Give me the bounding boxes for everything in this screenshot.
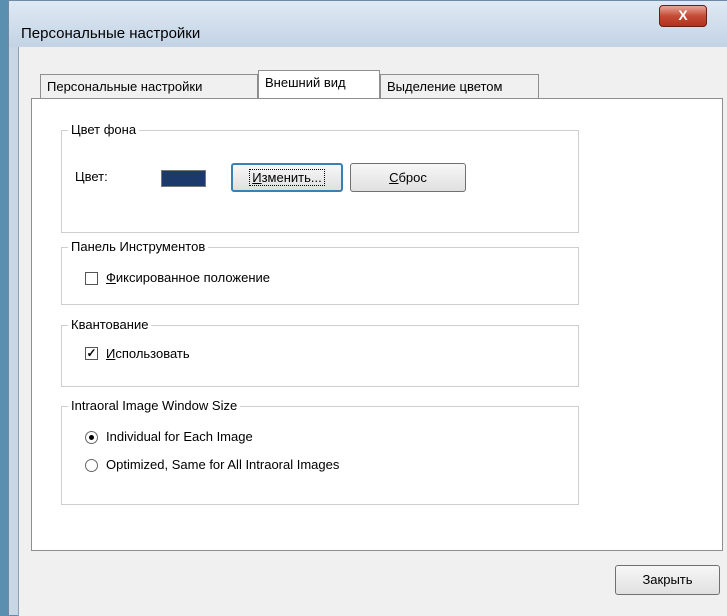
title-bar[interactable]: Персональные настройки X [9,1,727,47]
check-icon: ✓ [86,346,97,360]
use-checkbox[interactable]: ✓ [85,347,98,360]
use-label[interactable]: Использовать [106,346,190,361]
fixed-position-label[interactable]: Фиксированное положение [106,270,270,285]
appearance-panel: Цвет фона Цвет: Изменить... Сброс Панель… [31,98,723,551]
close-button[interactable]: Закрыть [615,565,720,595]
change-color-button[interactable]: Изменить... [231,163,343,192]
fixed-mnemonic: Ф [106,270,116,285]
fixed-suffix: иксированное положение [115,270,271,285]
quantization-legend: Квантование [68,317,152,332]
quantization-group: Квантование ✓ Использовать [61,317,579,387]
reset-label: брос [398,170,427,185]
radio-individual[interactable] [85,431,98,444]
tab-personal-settings[interactable]: Персональные настройки [40,74,258,98]
radio-selected-dot [89,435,94,440]
focus-rect: Изменить... [249,169,325,186]
intraoral-window-size-group: Intraoral Image Window Size Individual f… [61,398,579,505]
individual-label[interactable]: Individual for Each Image [106,429,253,444]
intraoral-legend: Intraoral Image Window Size [68,398,241,413]
tab-appearance[interactable]: Внешний вид [258,70,380,98]
use-suffix: спользовать [115,346,190,361]
optimized-label[interactable]: Optimized, Same for All Intraoral Images [106,457,339,472]
use-mnemonic: И [106,346,116,361]
tab-label: Персональные настройки [47,79,203,94]
dialog-client-area: Персональные настройки Внешний вид Выдел… [18,47,727,616]
radio-optimized[interactable] [85,459,98,472]
tab-label: Внешний вид [265,75,346,90]
toolbar-legend: Панель Инструментов [68,239,209,254]
background-color-group: Цвет фона Цвет: Изменить... Сброс [61,122,579,233]
fixed-position-checkbox[interactable] [85,272,98,285]
background-color-legend: Цвет фона [68,122,140,137]
reset-color-button[interactable]: Сброс [350,163,466,192]
window-title: Персональные настройки [21,25,201,42]
change-label: зменить... [261,170,322,185]
change-mnemonic: И [252,170,262,185]
settings-window: Персональные настройки X Персональные на… [8,0,727,616]
close-icon: X [678,7,688,23]
tab-label: Выделение цветом [387,79,503,94]
toolbar-group: Панель Инструментов Фиксированное положе… [61,239,579,305]
color-swatch [161,170,206,187]
close-window-button[interactable]: X [659,5,707,27]
color-label: Цвет: [75,169,108,184]
tab-color-highlighting[interactable]: Выделение цветом [380,74,539,98]
